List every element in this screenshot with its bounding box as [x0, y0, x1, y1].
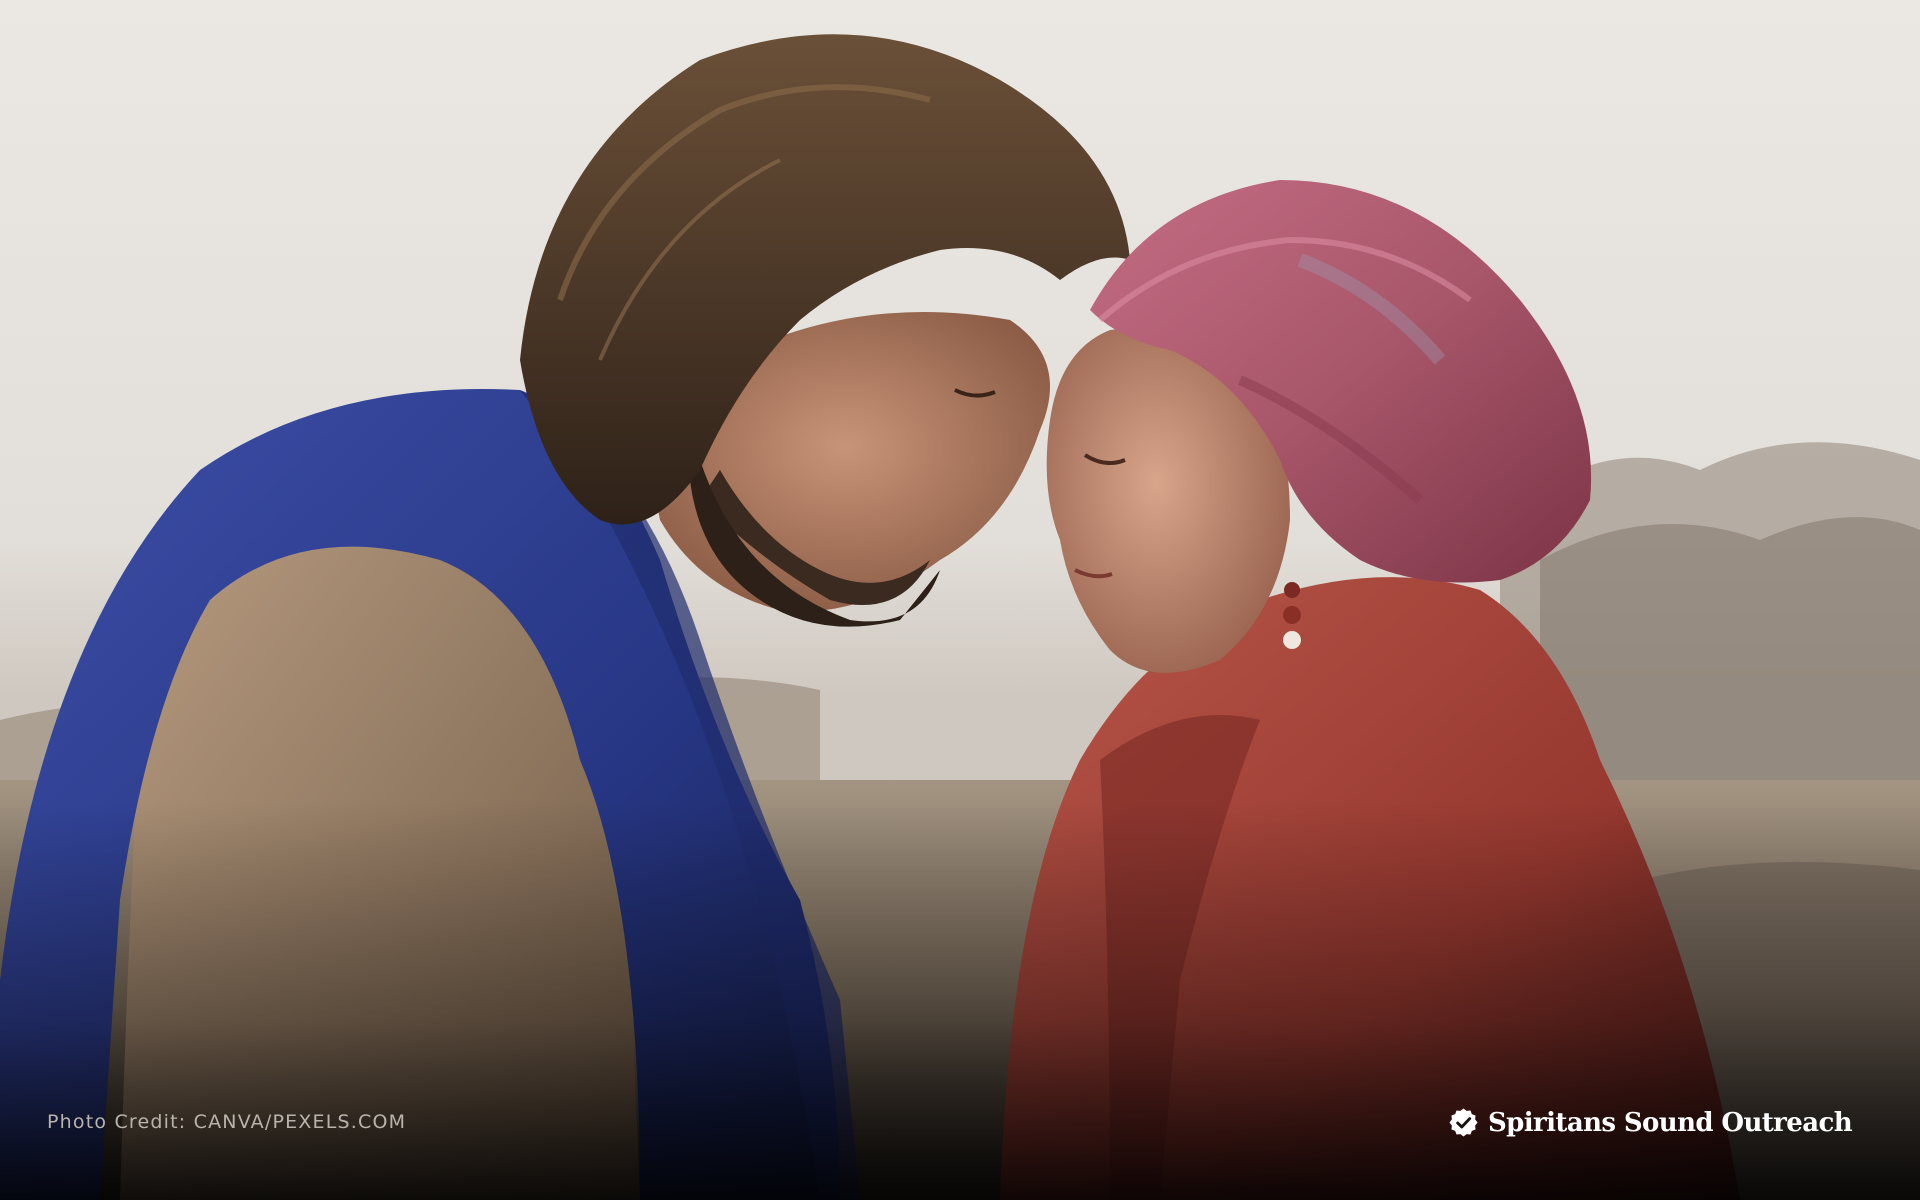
photo-frame: Photo Credit: CANVA/PEXELS.COM Spiritans… [0, 0, 1920, 1200]
check-badge-icon [1449, 1108, 1478, 1137]
photo-scene [0, 0, 1920, 1200]
brand-mark: Spiritans Sound Outreach [1448, 1107, 1853, 1138]
photo-credit: Photo Credit: CANVA/PEXELS.COM [47, 1111, 407, 1133]
brand-name: Spiritans Sound Outreach [1488, 1107, 1853, 1138]
